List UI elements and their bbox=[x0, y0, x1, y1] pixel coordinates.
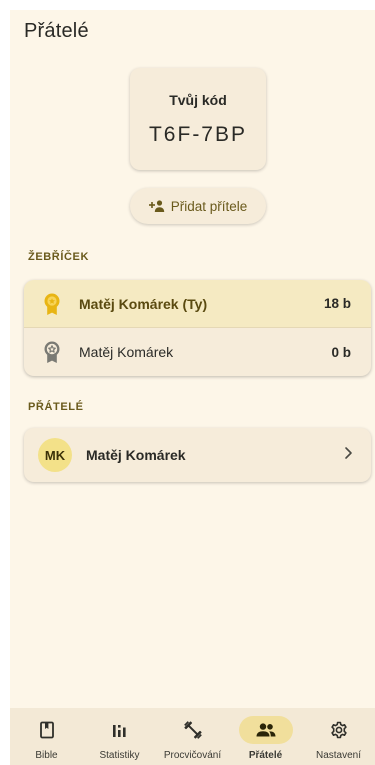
gold-medal-icon bbox=[40, 292, 64, 316]
leaderboard-row: Matěj Komárek 0 b bbox=[24, 328, 371, 376]
leaderboard-section-label: ŽEBŘÍČEK bbox=[28, 251, 90, 263]
friend-name: Matěj Komárek bbox=[86, 447, 186, 463]
nav-item-nastaveni[interactable]: Nastavení bbox=[302, 708, 375, 765]
avatar: MK bbox=[38, 438, 72, 472]
silver-medal-icon bbox=[40, 340, 64, 364]
nav-label: Procvičování bbox=[163, 750, 222, 761]
friend-code-label: Tvůj kód bbox=[169, 92, 227, 108]
leaderboard-points: 0 b bbox=[331, 344, 351, 360]
nav-item-procvicovani[interactable]: Procvičování bbox=[156, 708, 229, 765]
chevron-right-icon bbox=[343, 446, 353, 465]
add-friend-label: Přidat přítele bbox=[170, 198, 248, 214]
add-friend-button[interactable]: Přidat přítele bbox=[130, 188, 266, 224]
leaderboard-card: Matěj Komárek (Ty) 18 b Matěj Komárek 0 … bbox=[24, 280, 371, 376]
bottom-navigation: Bible Statistiky Procvičování Přátelé Na… bbox=[10, 708, 375, 765]
gear-icon bbox=[312, 716, 366, 744]
book-icon bbox=[20, 716, 74, 744]
page-title: Přátelé bbox=[24, 20, 89, 42]
nav-label: Statistiky bbox=[99, 750, 140, 761]
leaderboard-name: Matěj Komárek bbox=[79, 344, 174, 360]
person-add-icon bbox=[148, 200, 165, 212]
bar-chart-icon bbox=[93, 716, 147, 744]
friends-screen: Přátelé Tvůj kód T6F-7BP Přidat přítele … bbox=[10, 10, 375, 765]
nav-item-bible[interactable]: Bible bbox=[10, 708, 83, 765]
group-icon bbox=[238, 716, 293, 744]
dumbbell-icon bbox=[166, 716, 220, 744]
leaderboard-name: Matěj Komárek (Ty) bbox=[79, 295, 208, 312]
nav-item-pratele[interactable]: Přátelé bbox=[229, 708, 302, 765]
friend-list-item[interactable]: MK Matěj Komárek bbox=[24, 428, 371, 482]
nav-item-statistiky[interactable]: Statistiky bbox=[83, 708, 156, 765]
nav-label: Nastavení bbox=[315, 750, 362, 761]
leaderboard-row-me: Matěj Komárek (Ty) 18 b bbox=[24, 280, 371, 328]
friends-section-label: PŘÁTELÉ bbox=[28, 401, 84, 413]
friend-code-card: Tvůj kód T6F-7BP bbox=[130, 68, 266, 170]
friend-code-value: T6F-7BP bbox=[148, 123, 248, 146]
nav-label: Přátelé bbox=[248, 750, 283, 761]
leaderboard-points: 18 b bbox=[323, 296, 351, 311]
nav-label: Bible bbox=[35, 750, 58, 761]
